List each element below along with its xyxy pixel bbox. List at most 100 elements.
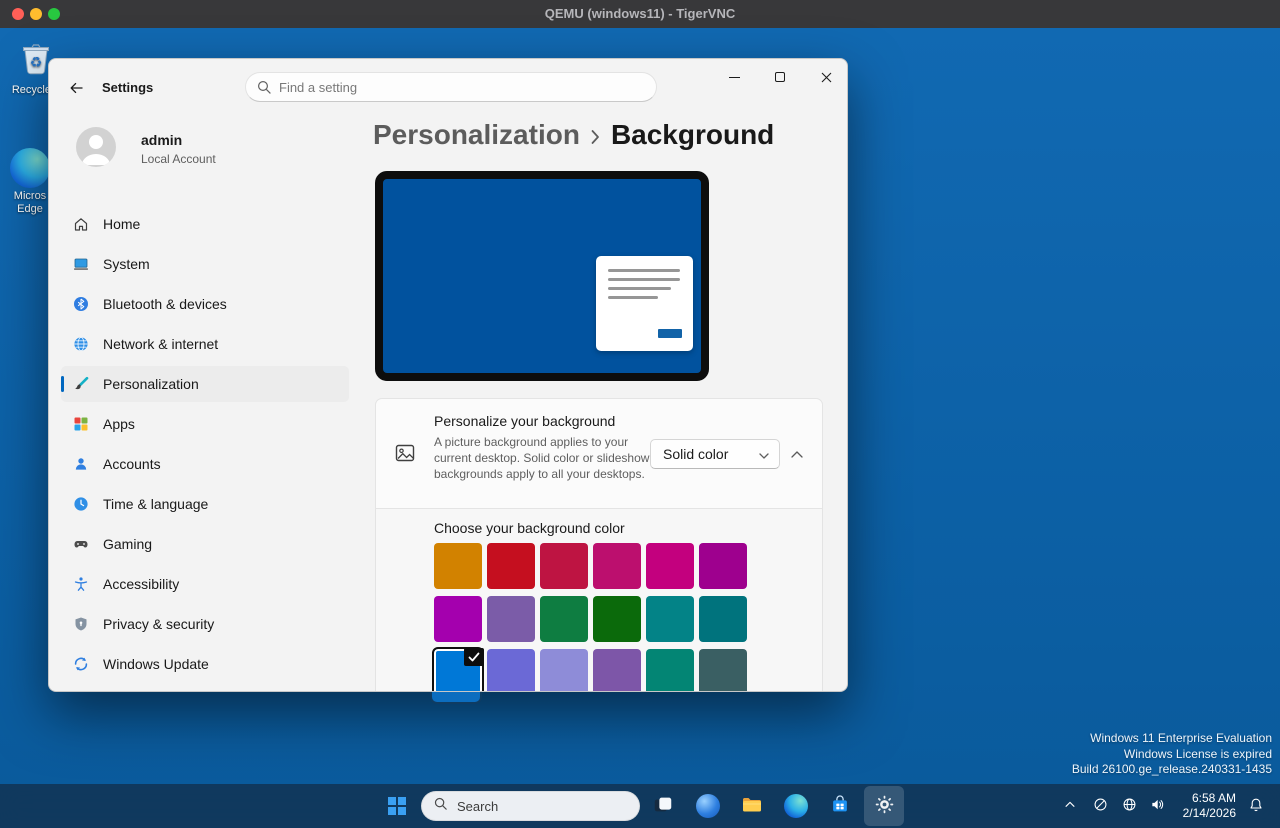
close-button[interactable] bbox=[803, 59, 848, 95]
color-swatch[interactable] bbox=[487, 596, 535, 642]
color-swatch[interactable] bbox=[646, 596, 694, 642]
account-type: Local Account bbox=[141, 152, 216, 166]
gaming-icon bbox=[73, 536, 89, 552]
selected-check-icon bbox=[464, 648, 484, 666]
color-swatch[interactable] bbox=[699, 649, 747, 692]
update-icon bbox=[73, 656, 89, 672]
system-icon bbox=[73, 256, 89, 272]
chevron-down-icon bbox=[759, 446, 769, 462]
search-icon bbox=[257, 80, 272, 100]
sidebar-item-home[interactable]: Home bbox=[61, 206, 349, 242]
breadcrumb: Personalization Background bbox=[373, 119, 774, 151]
color-swatch[interactable] bbox=[540, 543, 588, 589]
sidebar-item-system[interactable]: System bbox=[61, 246, 349, 282]
desktop: ♻ Recycle... Micros Edge Windows 11 Ente… bbox=[0, 28, 1280, 828]
sidebar-item-network[interactable]: Network & internet bbox=[61, 326, 349, 362]
copilot-icon bbox=[696, 794, 720, 818]
file-explorer-button[interactable] bbox=[732, 786, 772, 826]
color-swatch[interactable] bbox=[434, 543, 482, 589]
sidebar-item-accessibility[interactable]: Accessibility bbox=[61, 566, 349, 602]
personalize-card-description: A picture background applies to your cur… bbox=[434, 434, 656, 482]
color-swatch[interactable] bbox=[593, 543, 641, 589]
color-swatch[interactable] bbox=[432, 647, 484, 692]
network-button[interactable] bbox=[1115, 792, 1143, 820]
start-button[interactable] bbox=[377, 786, 417, 826]
windows-logo-icon bbox=[388, 797, 406, 815]
clock-date: 2/14/2026 bbox=[1172, 806, 1236, 821]
search-input[interactable] bbox=[279, 74, 639, 100]
sidebar-item-personalization[interactable]: Personalization bbox=[61, 366, 349, 402]
background-type-dropdown[interactable]: Solid color bbox=[650, 439, 780, 469]
notification-button[interactable] bbox=[1242, 792, 1270, 820]
color-swatch[interactable] bbox=[593, 596, 641, 642]
personalize-background-card: Personalize your background A picture ba… bbox=[375, 398, 823, 509]
chevron-right-icon bbox=[591, 129, 600, 145]
back-button[interactable] bbox=[61, 73, 91, 103]
license-line-3: Build 26100.ge_release.240331-1435 bbox=[1072, 762, 1272, 778]
settings-search[interactable] bbox=[245, 72, 657, 102]
no-internet-icon bbox=[1093, 797, 1108, 815]
sidebar-item-time-language[interactable]: Time & language bbox=[61, 486, 349, 522]
color-swatch[interactable] bbox=[487, 649, 535, 692]
color-swatch[interactable] bbox=[699, 543, 747, 589]
taskbar-search-label: Search bbox=[457, 799, 498, 814]
account-row[interactable]: admin Local Account bbox=[76, 127, 356, 175]
screen: QEMU (windows11) - TigerVNC ♻ Recycle...… bbox=[0, 0, 1280, 828]
minimize-button[interactable] bbox=[711, 59, 757, 95]
color-swatch[interactable] bbox=[487, 543, 535, 589]
hidden-icons-button[interactable] bbox=[1056, 792, 1084, 820]
home-icon bbox=[73, 216, 89, 232]
sidebar-item-privacy-security[interactable]: Privacy & security bbox=[61, 606, 349, 642]
bluetooth-icon bbox=[73, 296, 89, 312]
background-preview-monitor bbox=[375, 171, 709, 381]
no-internet-status-button[interactable] bbox=[1086, 792, 1114, 820]
selected-swatch-overflow bbox=[430, 692, 482, 704]
color-swatch[interactable] bbox=[646, 543, 694, 589]
edge-button[interactable] bbox=[776, 786, 816, 826]
breadcrumb-personalization[interactable]: Personalization bbox=[373, 119, 580, 151]
edge-label-line2: Edge bbox=[17, 203, 43, 215]
accessibility-icon bbox=[73, 576, 89, 592]
privacy-icon bbox=[73, 616, 89, 632]
license-line-2: Windows License is expired bbox=[1072, 747, 1272, 763]
volume-button[interactable] bbox=[1143, 792, 1171, 820]
sidebar-item-accounts[interactable]: Accounts bbox=[61, 446, 349, 482]
folder-icon bbox=[740, 793, 764, 820]
apps-icon bbox=[73, 416, 89, 432]
color-swatch[interactable] bbox=[434, 596, 482, 642]
color-chooser-section: Choose your background color bbox=[375, 509, 823, 692]
collapse-expander-button[interactable] bbox=[786, 443, 808, 465]
store-icon bbox=[829, 794, 851, 819]
maximize-button[interactable] bbox=[757, 59, 803, 95]
picture-icon bbox=[395, 443, 415, 468]
vnc-titlebar: QEMU (windows11) - TigerVNC bbox=[0, 0, 1280, 28]
sidebar-item-windows-update[interactable]: Windows Update bbox=[61, 646, 349, 682]
color-swatch[interactable] bbox=[540, 596, 588, 642]
chevron-up-icon bbox=[1063, 798, 1077, 815]
network-icon bbox=[73, 336, 89, 352]
notification-bell-icon bbox=[1248, 797, 1264, 816]
color-grid bbox=[434, 543, 747, 692]
account-name: admin bbox=[141, 132, 182, 148]
license-watermark: Windows 11 Enterprise Evaluation Windows… bbox=[1072, 731, 1272, 778]
task-view-button[interactable] bbox=[643, 786, 683, 826]
settings-button[interactable] bbox=[864, 786, 904, 826]
accounts-icon bbox=[73, 456, 89, 472]
color-swatch[interactable] bbox=[699, 596, 747, 642]
sidebar-item-gaming[interactable]: Gaming bbox=[61, 526, 349, 562]
edge-icon bbox=[10, 148, 50, 188]
gear-icon bbox=[874, 794, 895, 818]
copilot-button[interactable] bbox=[688, 786, 728, 826]
breadcrumb-background: Background bbox=[611, 119, 774, 151]
avatar bbox=[76, 127, 116, 167]
personalize-card-title: Personalize your background bbox=[434, 413, 615, 429]
color-swatch[interactable] bbox=[540, 649, 588, 692]
taskbar-clock[interactable]: 6:58 AM 2/14/2026 bbox=[1172, 791, 1236, 821]
sidebar-item-apps[interactable]: Apps bbox=[61, 406, 349, 442]
color-swatch[interactable] bbox=[593, 649, 641, 692]
color-swatch[interactable] bbox=[646, 649, 694, 692]
store-button[interactable] bbox=[820, 786, 860, 826]
taskbar-search[interactable]: Search bbox=[421, 791, 640, 821]
license-line-1: Windows 11 Enterprise Evaluation bbox=[1072, 731, 1272, 747]
sidebar-item-bluetooth[interactable]: Bluetooth & devices bbox=[61, 286, 349, 322]
